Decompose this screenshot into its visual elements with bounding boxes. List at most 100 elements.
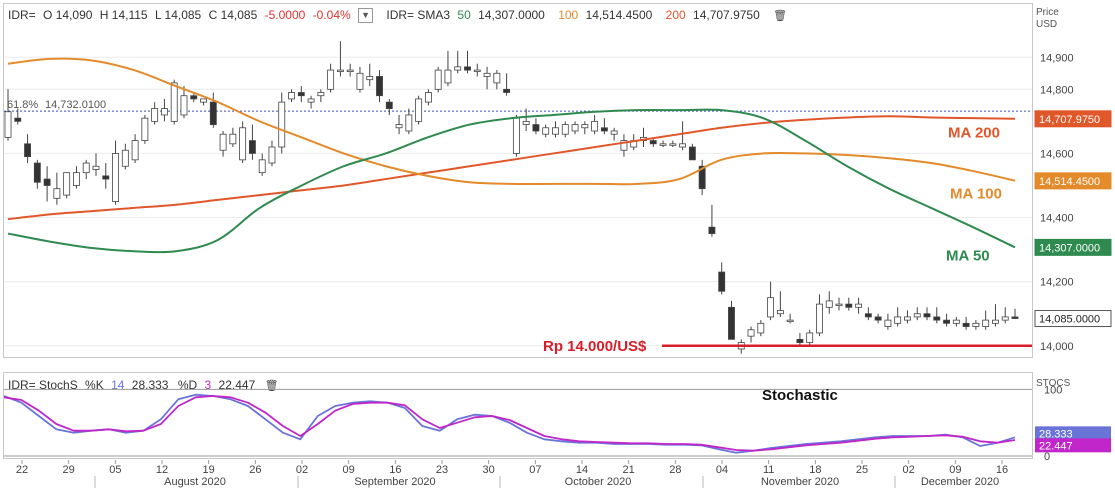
candle-body [512, 117, 520, 154]
candle-body [307, 98, 315, 103]
ma200-badge: 14,707.9750 [1039, 114, 1100, 126]
candle-body [424, 92, 432, 103]
candle-body [600, 127, 608, 132]
date-tick-label: 16 [389, 464, 401, 476]
date-tick-label: 09 [343, 464, 355, 476]
price-tick-label: 14,400 [1040, 213, 1074, 225]
price-tick-label: 14,800 [1040, 84, 1074, 96]
month-label: December 2020 [921, 476, 999, 488]
candle-body [884, 319, 892, 327]
date-tick-label: 18 [809, 464, 821, 476]
candle-body [679, 143, 687, 148]
candle-body [121, 149, 129, 167]
candle-body [904, 316, 911, 321]
candle-body [53, 188, 61, 199]
candle-body [581, 124, 589, 129]
candle-body [845, 303, 853, 308]
candle-body [816, 303, 823, 334]
candle-body [874, 316, 882, 321]
candle-body [160, 108, 168, 116]
candle-body [786, 319, 794, 323]
candle-body [542, 127, 550, 135]
ma50-annotation: MA 50 [946, 247, 990, 264]
candle-body [659, 143, 667, 146]
candle-body [747, 329, 755, 337]
date-tick-label: 29 [63, 464, 75, 476]
candle-body [952, 319, 960, 324]
month-label: August 2020 [164, 476, 226, 488]
date-tick-label: 16 [996, 464, 1008, 476]
candle-body [561, 124, 569, 135]
candle-body [1011, 316, 1019, 319]
candle-body [219, 133, 227, 151]
ma100-annotation: MA 100 [950, 186, 1002, 203]
candle-body [356, 72, 364, 90]
candle-body [248, 140, 256, 154]
price-tick-label: 14,000 [1040, 341, 1074, 353]
candle-body [141, 117, 149, 142]
date-tick-label: 25 [856, 464, 868, 476]
candle-body [180, 95, 188, 116]
date-tick-label: 04 [716, 464, 728, 476]
candle-body [835, 303, 843, 307]
ma200-annotation: MA 200 [948, 125, 1000, 142]
candle-body [776, 310, 784, 315]
stoch-d-badge: 22.447 [1039, 440, 1073, 452]
candle-body [288, 92, 295, 100]
candle-body [503, 88, 511, 93]
candle-body [796, 338, 804, 343]
candle-body [972, 322, 980, 327]
candle-body [366, 76, 374, 81]
stoch-tick-label: 0 [1044, 451, 1050, 463]
date-tick-label: 12 [156, 464, 168, 476]
ma100-badge: 14,514.4500 [1039, 176, 1100, 188]
date-tick-label: 05 [109, 464, 121, 476]
candle-body [82, 162, 90, 174]
date-tick-label: 28 [669, 464, 681, 476]
candle-body [24, 143, 31, 158]
fib-label: 61.8% [7, 99, 38, 111]
date-tick-label: 26 [249, 464, 261, 476]
date-tick-label: 09 [949, 464, 961, 476]
candle-body [669, 143, 677, 146]
date-tick-label: 23 [436, 464, 448, 476]
date-tick-label: 02 [903, 464, 915, 476]
last-price-badge: 14,085.0000 [1039, 314, 1100, 326]
candle-body [855, 303, 863, 308]
price-chart: 14,000 14,200 14,400 14,600 14,800 14,900 Pric… [3, 7, 1112, 488]
candle-body [229, 133, 237, 145]
price-tick-label: 14,200 [1040, 277, 1074, 289]
candle-body [385, 101, 393, 109]
date-tick-label: 21 [623, 464, 635, 476]
month-label: September 2020 [354, 476, 435, 488]
candle-body [649, 140, 657, 145]
candle-body [493, 72, 501, 84]
date-tick-label: 14 [576, 464, 588, 476]
candle-body [757, 322, 765, 334]
price-axis-unit: USD [1036, 19, 1057, 30]
candle-body [718, 271, 726, 292]
candle-body [522, 120, 530, 125]
month-label: October 2020 [565, 476, 632, 488]
candle-body [376, 76, 383, 97]
candle-body [708, 226, 716, 234]
ma50-line [7, 108, 1016, 254]
candle-body [73, 172, 80, 186]
candle-body [297, 92, 305, 97]
candle-body [131, 140, 139, 161]
candle-body [151, 108, 159, 122]
candle-body [92, 165, 100, 170]
ma50-badge: 14,307.0000 [1039, 242, 1100, 254]
candle-body [825, 300, 833, 308]
candle-body [992, 319, 999, 324]
support-label: Rp 14.000/US$ [543, 338, 647, 355]
candle-body [688, 146, 696, 161]
candle-body [962, 322, 970, 327]
candle-body [943, 319, 950, 324]
date-tick-label: 30 [483, 464, 495, 476]
candle-body [454, 66, 462, 71]
candle-body [806, 332, 814, 343]
stoch-k-line [3, 393, 1016, 454]
ma100-line [7, 57, 1016, 186]
candle-body [14, 117, 22, 122]
